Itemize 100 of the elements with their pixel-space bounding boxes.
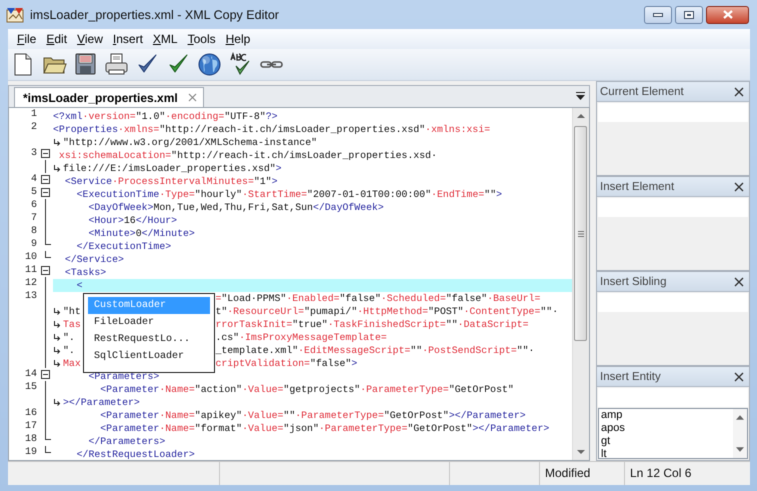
code-text: "apikey" bbox=[194, 409, 242, 422]
list-item[interactable]: apos bbox=[601, 422, 733, 435]
close-icon[interactable] bbox=[734, 372, 744, 382]
input-field[interactable] bbox=[598, 198, 748, 217]
close-icon[interactable] bbox=[734, 276, 744, 286]
code-text: "true" bbox=[292, 318, 328, 331]
menu-item[interactable]: File bbox=[12, 30, 42, 48]
close-button[interactable] bbox=[706, 6, 749, 24]
autocomplete-item[interactable]: FileLoader bbox=[88, 314, 210, 331]
code-text: </RestRequestLoader> bbox=[76, 448, 195, 460]
code-text: ·Type= bbox=[159, 188, 195, 201]
code-text: <Service bbox=[64, 175, 112, 188]
input-field[interactable] bbox=[598, 388, 748, 407]
menu-item[interactable]: XML bbox=[148, 30, 183, 48]
line-number: 2 bbox=[30, 121, 37, 134]
code-text: ·encoding= bbox=[165, 110, 224, 123]
close-icon[interactable] bbox=[734, 86, 744, 96]
wrap-icon bbox=[54, 334, 61, 341]
code-text: "false" bbox=[310, 357, 352, 370]
wrap-icon bbox=[54, 308, 61, 315]
line-number: 17 bbox=[24, 420, 37, 433]
code-text: "1" bbox=[254, 175, 272, 188]
code-text: "pumapi/" bbox=[304, 305, 358, 318]
code-text: </Minute> bbox=[142, 227, 195, 240]
list-item[interactable]: lt bbox=[601, 448, 733, 458]
code-text: ·PostSendScript= bbox=[422, 344, 517, 357]
code-text: < bbox=[76, 279, 83, 292]
scroll-up-icon bbox=[736, 415, 744, 420]
menu-item[interactable]: Edit bbox=[41, 30, 72, 48]
menu-item[interactable]: Tools bbox=[182, 30, 221, 48]
list-item[interactable]: amp bbox=[601, 409, 733, 422]
printer-icon[interactable] bbox=[104, 52, 129, 77]
code-text: ·StartTime= bbox=[242, 188, 308, 201]
line-number: 8 bbox=[30, 225, 37, 238]
code-text: ·ResourceUrl= bbox=[227, 305, 304, 318]
maximize-button[interactable] bbox=[675, 6, 703, 24]
scroll-thumb[interactable] bbox=[574, 126, 587, 341]
close-icon[interactable] bbox=[734, 182, 744, 192]
code-text: ·Scheduled= bbox=[380, 292, 446, 305]
menu-item[interactable]: View bbox=[72, 30, 108, 48]
minimize-button[interactable] bbox=[644, 6, 672, 24]
code-text: <Properties bbox=[53, 123, 118, 136]
code-text: </Service> bbox=[64, 253, 124, 266]
globe-icon[interactable] bbox=[197, 52, 222, 77]
code-text: ·EndTime= bbox=[431, 188, 484, 201]
code-text: ·ParameterType= bbox=[360, 383, 449, 396]
wrap-icon bbox=[54, 165, 61, 172]
code-text: "http://reach-it.ch/imsLoader_properties.xsd· bbox=[171, 149, 437, 162]
code-text: </DayOfWeek> bbox=[312, 201, 384, 214]
status-text: Modified bbox=[540, 462, 625, 485]
menu-item[interactable]: Insert bbox=[108, 30, 148, 48]
collapse-icon[interactable] bbox=[41, 149, 50, 158]
code-text: ·Name= bbox=[159, 422, 195, 435]
code-text: Mon,Tue,Wed,Thu,Fri,Sat,Sun bbox=[153, 201, 313, 214]
code-text: ·Name= bbox=[159, 409, 195, 422]
menu-item[interactable]: Help bbox=[220, 30, 256, 48]
code-text: ·ParameterType= bbox=[318, 422, 408, 435]
line-number: 14 bbox=[24, 368, 37, 381]
line-number: 7 bbox=[30, 212, 37, 225]
input-field[interactable] bbox=[598, 103, 748, 122]
collapse-icon[interactable] bbox=[41, 266, 50, 275]
code-text: <Parameter bbox=[99, 383, 160, 396]
line-number: 9 bbox=[30, 238, 37, 251]
code-text: "ht bbox=[63, 305, 81, 318]
dropdown-arrow-icon[interactable] bbox=[576, 92, 585, 100]
collapse-icon[interactable] bbox=[41, 175, 50, 184]
line-number: 12 bbox=[24, 277, 37, 290]
autocomplete-item[interactable]: SqlClientLoader bbox=[88, 348, 210, 365]
line-number: 1 bbox=[30, 108, 37, 121]
code-text: ·Value= bbox=[242, 409, 284, 422]
code-text: ·ContentType= bbox=[464, 305, 540, 318]
line-number: 11 bbox=[24, 264, 37, 277]
scrollbar[interactable] bbox=[572, 108, 589, 460]
code-text: > bbox=[272, 175, 278, 188]
minimize-icon bbox=[653, 12, 663, 16]
scrollbar[interactable] bbox=[733, 409, 747, 458]
code-text: "POST" bbox=[428, 305, 464, 318]
code-text: ·BaseUrl= bbox=[487, 292, 540, 305]
wrap-icon bbox=[54, 139, 61, 146]
collapse-icon[interactable] bbox=[41, 370, 50, 379]
code-text: 16 bbox=[124, 214, 136, 227]
entity-list[interactable]: amp apos gt lt bbox=[598, 408, 748, 459]
collapse-icon[interactable] bbox=[41, 188, 50, 197]
code-text: Tas bbox=[63, 318, 81, 331]
code-text: ·Enabled= bbox=[286, 292, 340, 305]
line-number: 6 bbox=[30, 199, 37, 212]
code-text: _template.xml" bbox=[215, 344, 298, 357]
code-text: "http://reach-it.ch/imsLoader_properties.xsd" bbox=[159, 123, 426, 136]
list-item[interactable]: gt bbox=[601, 435, 733, 448]
code-text: "false" bbox=[340, 292, 381, 305]
maximize-icon bbox=[684, 10, 694, 18]
code-text: 0 bbox=[136, 227, 142, 240]
wrap-icon bbox=[54, 360, 61, 367]
file-tab[interactable]: *imsLoader_properties.xml bbox=[14, 87, 204, 107]
input-field[interactable] bbox=[598, 293, 748, 312]
code-text: ></Parameter> bbox=[472, 422, 550, 435]
code-text: <Tasks> bbox=[64, 266, 106, 279]
code-text: ·Value= bbox=[242, 383, 284, 396]
code-text: "false" bbox=[446, 292, 488, 305]
autocomplete-item[interactable]: RestRequestLo... bbox=[88, 331, 210, 348]
